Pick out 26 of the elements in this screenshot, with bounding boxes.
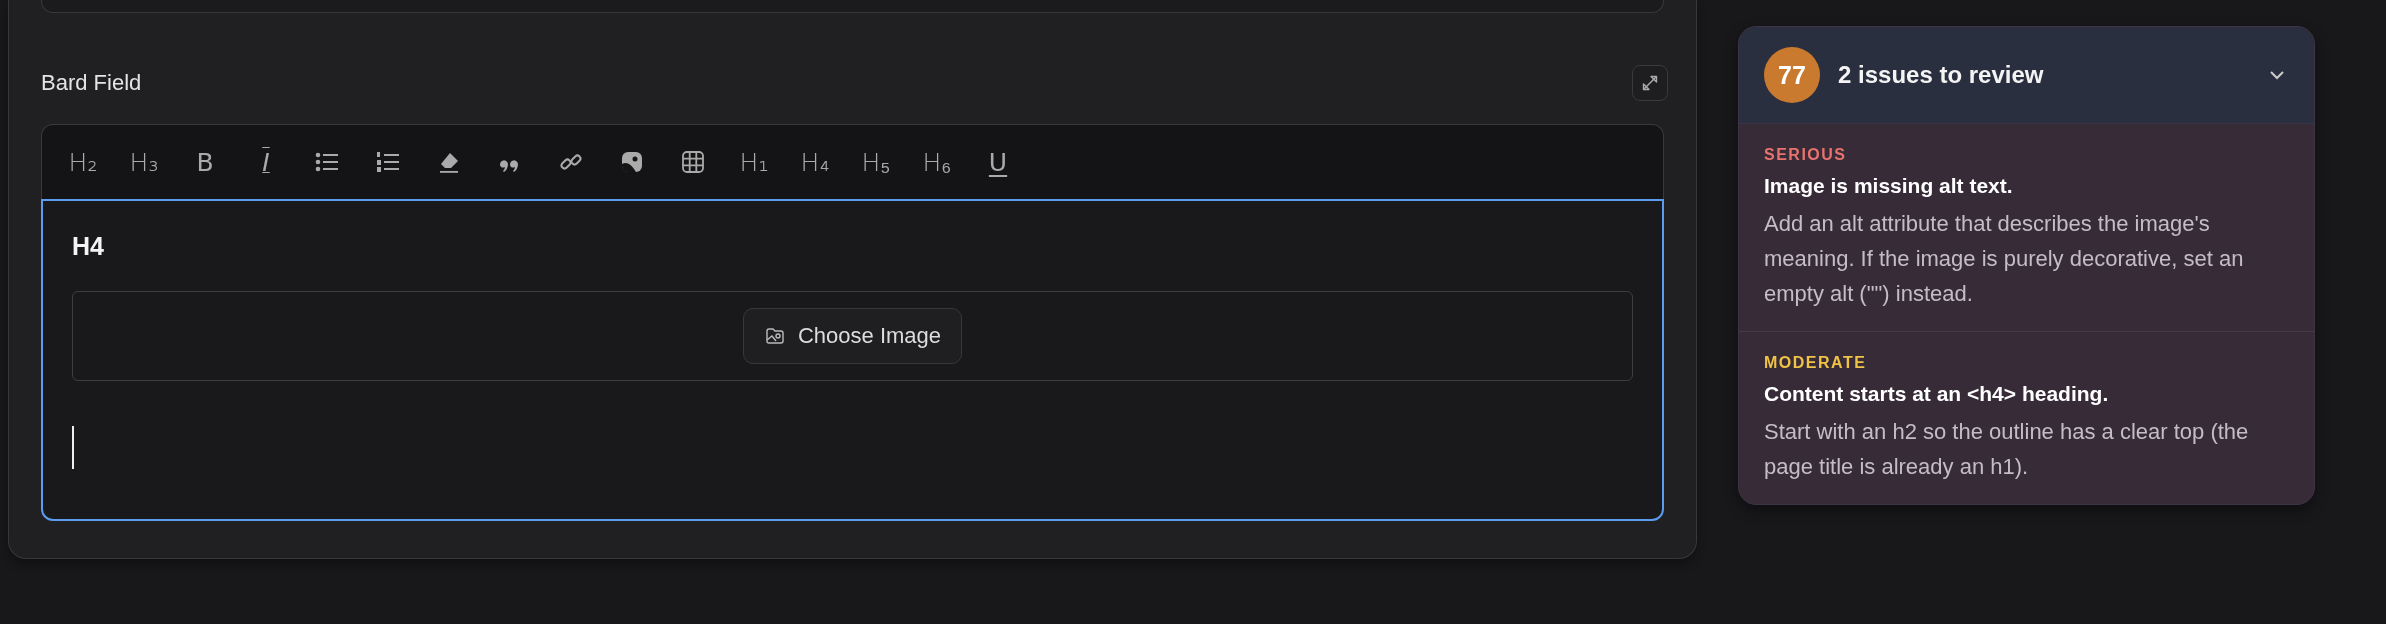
toolbar-button[interactable]: H₃ (124, 142, 164, 182)
toolbar-button[interactable]: H₂ (63, 142, 103, 182)
issue-title: Content starts at an <h4> heading. (1764, 382, 2110, 406)
chevron-icon[interactable] (2268, 69, 2286, 81)
expand-button[interactable] (1632, 65, 1668, 101)
issue-description: Start with an h2 so the outline has a clear top (the page title is already an h1). (1764, 418, 2250, 481)
severity-label: MODERATE (1764, 354, 1868, 372)
toolbar-button[interactable]: H₁ (734, 142, 774, 182)
expand-icon (1640, 73, 1660, 93)
toolbar-button[interactable]: B (185, 142, 225, 182)
choose-image-button[interactable]: Choose Image (742, 308, 963, 364)
text-cursor (72, 426, 74, 469)
editor-heading: H4 (72, 231, 105, 262)
toolbar-button[interactable]: H₅ (856, 142, 896, 182)
issue-title: Image is missing alt text. (1764, 174, 2014, 198)
toolbar-button[interactable]: H₆ (917, 142, 957, 182)
issue-description: Add an alt attribute that describes the image's meaning. If the image is purely decorative, set an empty alt ("") instead. (1764, 210, 2245, 308)
editor-area[interactable]: H4 Choose Image (41, 199, 1664, 521)
toolbar-button[interactable]: U (978, 142, 1018, 182)
field-label: Bard Field (41, 70, 142, 96)
toolbar-button[interactable]: H₄ (795, 142, 835, 182)
toolbar-button[interactable]: I (246, 142, 286, 182)
panel-title: 2 issues to review (1838, 61, 2045, 89)
severity-label: SERIOUS (1764, 146, 1848, 164)
folder-image-icon (763, 325, 786, 347)
score-badge: 77 (1764, 47, 1820, 103)
